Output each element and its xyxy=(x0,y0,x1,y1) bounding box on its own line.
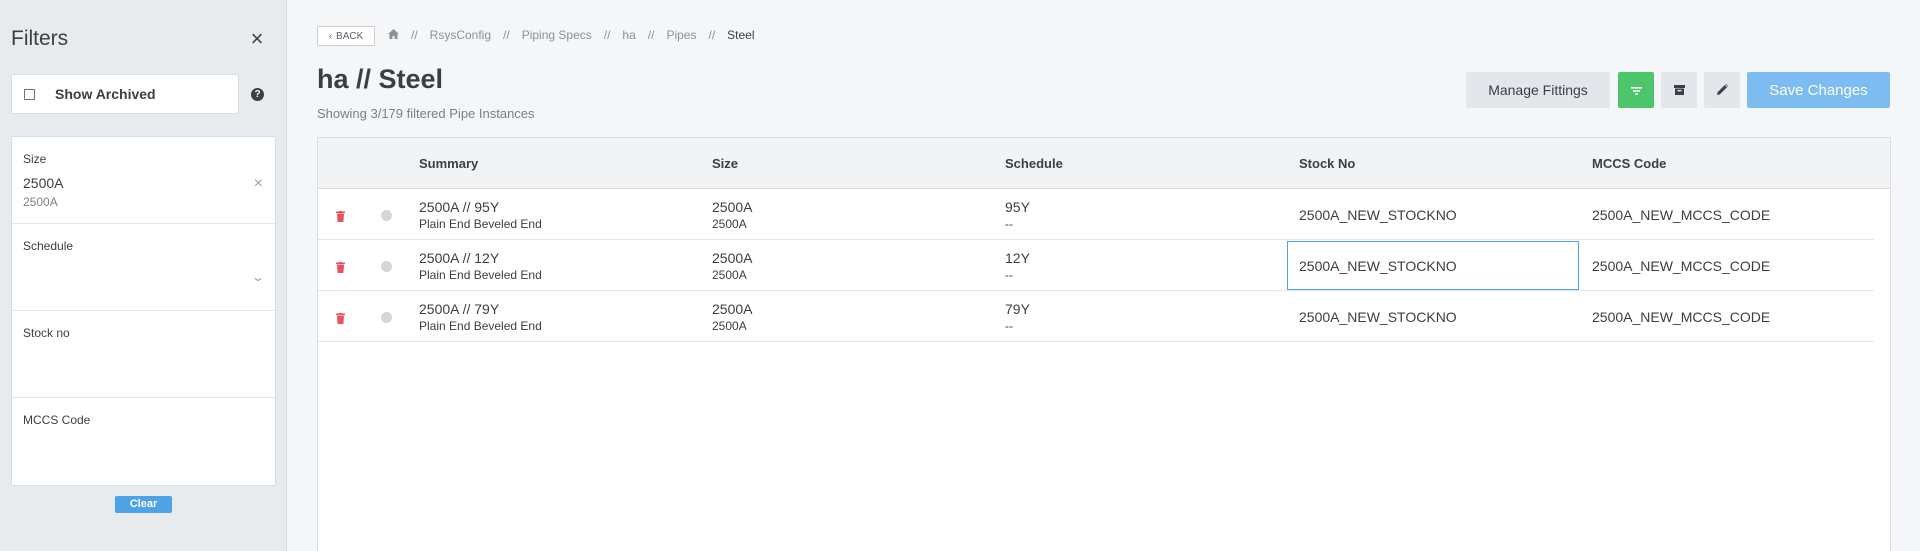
filter-stock-no[interactable]: Stock no xyxy=(12,311,275,398)
size-cell[interactable]: 2500A xyxy=(712,250,752,266)
edit-button[interactable] xyxy=(1704,72,1740,108)
breadcrumb-ha[interactable]: ha xyxy=(622,28,635,42)
page-title: ha // Steel xyxy=(317,64,444,94)
summary-cell[interactable]: 2500A // 12Y xyxy=(419,250,499,266)
status-dot-icon xyxy=(381,261,392,272)
summary-cell[interactable]: 2500A // 79Y xyxy=(419,301,499,317)
stock-no-cell[interactable]: 2500A_NEW_STOCKNO xyxy=(1299,309,1457,325)
size-cell[interactable]: 2500A xyxy=(712,301,752,317)
filter-size-value[interactable]: 2500A xyxy=(23,175,63,191)
mccs-code-cell[interactable]: 2500A_NEW_MCCS_CODE xyxy=(1592,207,1770,223)
filter-schedule[interactable]: Schedule ⌄ xyxy=(12,224,275,311)
schedule-cell[interactable]: 79Y xyxy=(1005,301,1030,317)
trash-icon[interactable] xyxy=(336,260,345,273)
summary-end-types: Plain End Beveled End xyxy=(419,217,542,231)
column-header-size[interactable]: Size xyxy=(712,156,738,171)
filter-size[interactable]: Size 2500A 2500A × xyxy=(12,137,275,224)
table-row[interactable]: 2500A // 79Y Plain End Beveled End 2500A… xyxy=(318,291,1874,342)
status-dot-icon xyxy=(381,312,392,323)
size-sub: 2500A xyxy=(712,268,747,282)
close-icon[interactable]: × xyxy=(246,28,268,50)
summary-end-types: Plain End Beveled End xyxy=(419,319,542,333)
column-header-stock-no[interactable]: Stock No xyxy=(1299,156,1355,171)
filter-size-subvalue: 2500A xyxy=(23,195,58,209)
filter-mccs-code[interactable]: MCCS Code xyxy=(12,398,275,485)
breadcrumb-separator: // xyxy=(603,28,611,42)
column-header-schedule[interactable]: Schedule xyxy=(1005,156,1063,171)
breadcrumb-separator: // xyxy=(708,28,716,42)
schedule-cell[interactable]: 12Y xyxy=(1005,250,1030,266)
show-archived-label: Show Archived xyxy=(55,86,156,102)
save-changes-button[interactable]: Save Changes xyxy=(1747,72,1890,108)
archive-icon xyxy=(1673,83,1685,98)
table-row[interactable]: 2500A // 12Y Plain End Beveled End 2500A… xyxy=(318,240,1874,291)
clear-size-icon[interactable]: × xyxy=(254,175,263,193)
clear-filters-button[interactable]: Clear xyxy=(115,496,172,513)
schedule-cell[interactable]: 95Y xyxy=(1005,199,1030,215)
schedule-sub: -- xyxy=(1005,217,1013,231)
schedule-sub: -- xyxy=(1005,268,1013,282)
breadcrumb-pipes[interactable]: Pipes xyxy=(666,28,696,42)
breadcrumb-rsysconfig[interactable]: RsysConfig xyxy=(430,28,491,42)
stock-no-cell[interactable]: 2500A_NEW_STOCKNO xyxy=(1299,258,1457,274)
pipe-instances-table: Summary Size Schedule Stock No MCCS Code… xyxy=(317,137,1891,551)
filters-sidebar: Filters × Show Archived ? Size 2500A 250… xyxy=(0,0,287,551)
size-sub: 2500A xyxy=(712,217,747,231)
stock-no-cell[interactable]: 2500A_NEW_STOCKNO xyxy=(1299,207,1457,223)
column-header-summary[interactable]: Summary xyxy=(419,156,478,171)
show-archived-toggle[interactable]: Show Archived xyxy=(11,74,239,114)
filter-size-label: Size xyxy=(23,152,47,166)
filter-stock-no-label: Stock no xyxy=(23,326,70,340)
chevron-down-icon[interactable]: ⌄ xyxy=(251,270,265,284)
filter-toggle-button[interactable] xyxy=(1618,72,1654,108)
chevron-left-icon: ‹ xyxy=(328,30,333,42)
home-icon[interactable] xyxy=(388,28,399,42)
archive-button[interactable] xyxy=(1661,72,1697,108)
filter-icon xyxy=(1630,83,1642,98)
show-archived-checkbox[interactable] xyxy=(24,88,35,100)
pencil-icon xyxy=(1716,82,1728,98)
page-subtitle: Showing 3/179 filtered Pipe Instances xyxy=(317,106,535,121)
mccs-code-cell[interactable]: 2500A_NEW_MCCS_CODE xyxy=(1592,309,1770,325)
back-button[interactable]: ‹ BACK xyxy=(317,26,375,46)
breadcrumb-steel: Steel xyxy=(727,28,755,42)
size-sub: 2500A xyxy=(712,319,747,333)
status-dot-icon xyxy=(381,210,392,221)
filter-mccs-code-label: MCCS Code xyxy=(23,413,91,427)
summary-end-types: Plain End Beveled End xyxy=(419,268,542,282)
manage-fittings-button[interactable]: Manage Fittings xyxy=(1466,72,1610,108)
filters-title: Filters xyxy=(11,27,69,50)
size-cell[interactable]: 2500A xyxy=(712,199,752,215)
breadcrumb: // RsysConfig // Piping Specs // ha // P… xyxy=(388,28,755,42)
question-circle-icon[interactable]: ? xyxy=(251,88,264,101)
table-row[interactable]: 2500A // 95Y Plain End Beveled End 2500A… xyxy=(318,189,1874,240)
table-header: Summary Size Schedule Stock No MCCS Code xyxy=(318,138,1890,189)
breadcrumb-separator: // xyxy=(411,28,418,42)
breadcrumb-separator: // xyxy=(503,28,510,42)
trash-icon[interactable] xyxy=(336,311,345,324)
breadcrumb-separator: // xyxy=(647,28,655,42)
filter-schedule-label: Schedule xyxy=(23,239,74,253)
schedule-sub: -- xyxy=(1005,319,1013,333)
column-header-mccs-code[interactable]: MCCS Code xyxy=(1592,156,1666,171)
back-label: BACK xyxy=(336,30,364,42)
mccs-code-cell[interactable]: 2500A_NEW_MCCS_CODE xyxy=(1592,258,1770,274)
breadcrumb-piping-specs[interactable]: Piping Specs xyxy=(522,28,592,42)
trash-icon[interactable] xyxy=(336,209,345,222)
filter-fields: Size 2500A 2500A × Schedule ⌄ Stock no M… xyxy=(11,136,276,486)
summary-cell[interactable]: 2500A // 95Y xyxy=(419,199,499,215)
